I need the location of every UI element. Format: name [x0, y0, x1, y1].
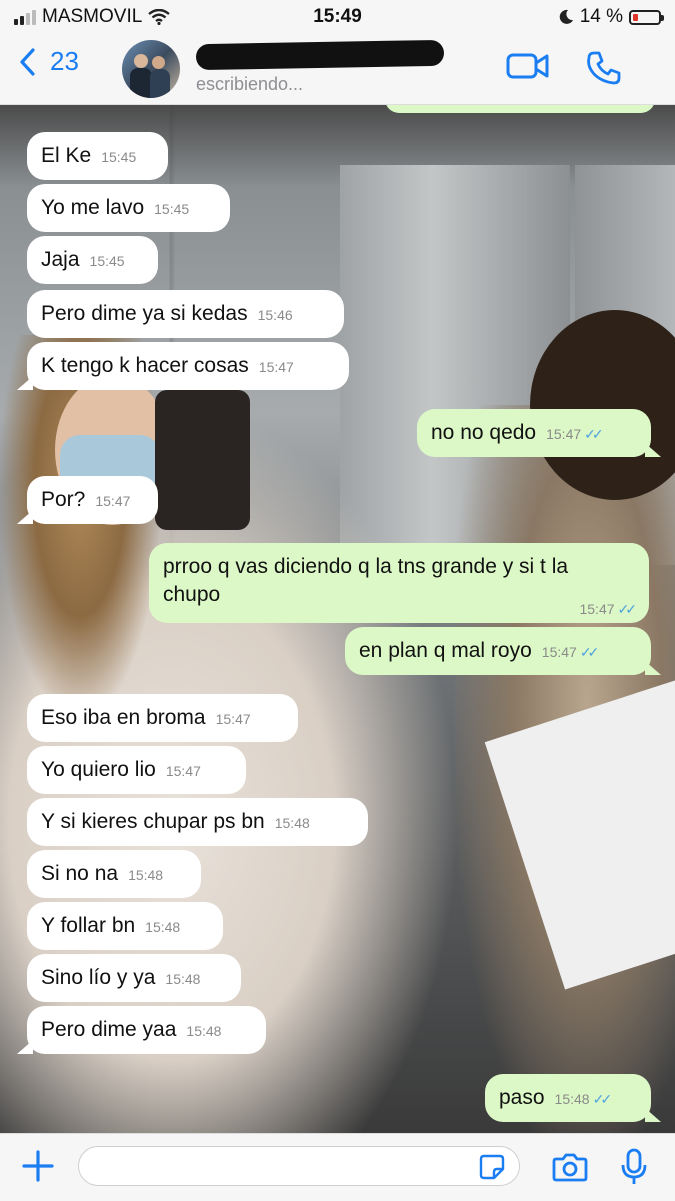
message-in[interactable]: Yo quiero lio 15:47 [27, 746, 246, 794]
message-out[interactable]: paso 15:48 ✓✓ [485, 1074, 661, 1122]
double-check-icon: ✓✓ [592, 1091, 613, 1107]
redacted-contact-name[interactable] [195, 39, 445, 71]
double-check-icon: ✓✓ [579, 644, 600, 660]
message-in[interactable]: K tengo k hacer cosas 15:47 [17, 342, 349, 390]
previous-message-fragment [385, 105, 655, 113]
message-in[interactable]: Si no na 15:48 [27, 850, 201, 898]
message-in[interactable]: Sino lío y ya 15:48 [27, 954, 241, 1002]
battery-icon [629, 9, 664, 25]
message-in[interactable]: Y si kieres chupar ps bn 15:48 [27, 798, 368, 846]
message-out[interactable]: en plan q mal royo 15:47 ✓✓ [345, 627, 661, 675]
message-out[interactable]: no no qedo 15:47 ✓✓ [417, 409, 661, 457]
message-in[interactable]: El Ke 15:45 [27, 132, 168, 180]
double-check-icon: ✓✓ [584, 426, 604, 442]
unread-count: 23 [50, 46, 79, 76]
message-in[interactable]: Yo me lavo 15:45 [27, 184, 230, 232]
message-in[interactable]: Y follar bn 15:48 [27, 902, 223, 950]
video-call-icon[interactable] [506, 50, 550, 82]
message-in[interactable]: Por? 15:47 [17, 476, 158, 524]
moon-icon [559, 9, 573, 24]
avatar[interactable] [122, 40, 180, 98]
phone-icon[interactable] [586, 50, 622, 86]
double-check-icon: ✓✓ [617, 601, 638, 617]
back-button[interactable]: 23 [18, 46, 79, 77]
camera-icon[interactable] [552, 1152, 588, 1182]
message-input[interactable] [78, 1146, 520, 1186]
typing-status: escribiendo... [196, 74, 304, 94]
status-right: 14 % [558, 6, 664, 28]
message-in[interactable]: Pero dime ya si kedas 15:46 [27, 290, 344, 338]
message-in[interactable]: Eso iba en broma 15:47 [27, 694, 298, 742]
chevron-left-icon [20, 47, 35, 76]
chat-area[interactable]: El Ke 15:45 Yo me lavo 15:45 Jaja 15:45 Per… [0, 105, 675, 1133]
plus-icon[interactable] [20, 1148, 56, 1189]
sticker-icon[interactable] [479, 1154, 505, 1180]
message-out[interactable]: prroo q vas diciendo q la tns grande y s… [149, 543, 649, 623]
message-in[interactable]: Jaja 15:45 [27, 236, 158, 284]
microphone-icon[interactable] [620, 1148, 648, 1186]
chat-header: 23 escribiendo... [0, 34, 675, 105]
composer-bar [0, 1133, 675, 1201]
battery-percent: 14 % [579, 6, 623, 27]
message-in[interactable]: Pero dime yaa 15:48 [17, 1006, 266, 1054]
status-bar: MASMOVIL 15:49 14 % [0, 0, 675, 34]
